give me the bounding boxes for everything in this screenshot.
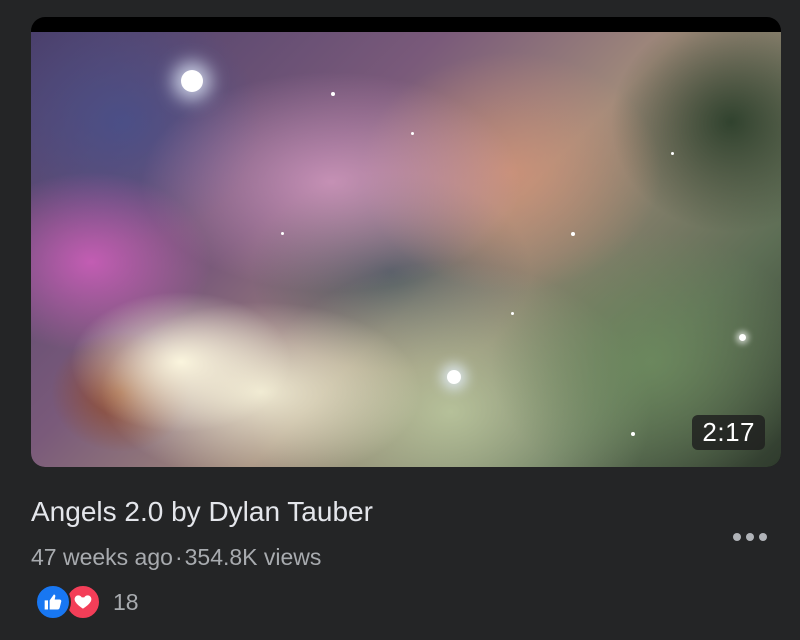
more-options-icon [759, 533, 767, 541]
star [571, 232, 575, 236]
reaction-count: 18 [113, 588, 139, 615]
meta-separator: · [174, 544, 183, 570]
bright-star [181, 70, 203, 92]
star [511, 312, 514, 315]
like-icon [35, 584, 71, 620]
video-card: 2:17 Angels 2.0 by Dylan Tauber 47 weeks… [0, 0, 800, 640]
more-options-button[interactable] [724, 522, 776, 552]
star [331, 92, 335, 96]
video-player[interactable]: 2:17 [31, 17, 781, 467]
star [739, 334, 746, 341]
bright-star [447, 370, 461, 384]
star [411, 132, 414, 135]
star [671, 152, 674, 155]
duration-badge: 2:17 [692, 415, 765, 450]
video-meta: 47 weeks ago·354.8K views [31, 542, 321, 572]
view-count: 354.8K views [184, 544, 322, 570]
reactions-summary[interactable]: 18 [35, 584, 139, 620]
more-options-icon [746, 533, 754, 541]
star [281, 232, 284, 235]
more-options-icon [733, 533, 741, 541]
posted-time[interactable]: 47 weeks ago [31, 544, 173, 570]
video-title[interactable]: Angels 2.0 by Dylan Tauber [31, 494, 373, 530]
video-thumbnail[interactable] [31, 32, 781, 467]
star [631, 432, 635, 436]
